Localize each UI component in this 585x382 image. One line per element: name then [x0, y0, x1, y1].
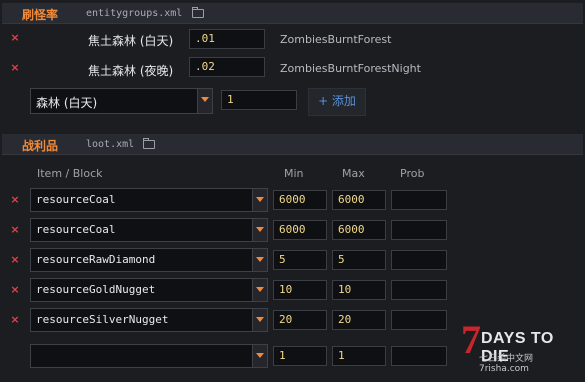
- biome-select[interactable]: 森林 (白天): [30, 88, 213, 114]
- prob-input[interactable]: [391, 250, 447, 270]
- item-select[interactable]: resourceCoal: [30, 218, 268, 242]
- item-select[interactable]: resourceRawDiamond: [30, 248, 268, 272]
- delete-row-button[interactable]: ×: [8, 61, 22, 74]
- prob-input[interactable]: [391, 190, 447, 210]
- new-min-input[interactable]: 1: [273, 346, 327, 366]
- chevron-down-icon[interactable]: [252, 249, 267, 271]
- max-input[interactable]: 20: [332, 310, 386, 330]
- spawn-rate-input[interactable]: .02: [189, 57, 265, 77]
- item-select-value: resourceCoal: [36, 193, 116, 206]
- entitygroups-header: 刷怪率 entitygroups.xml: [2, 3, 583, 24]
- spawn-rate-input[interactable]: .01: [189, 29, 265, 49]
- column-header-min: Min: [284, 167, 304, 180]
- chevron-down-icon[interactable]: [197, 89, 212, 113]
- min-input[interactable]: 6000: [273, 220, 327, 240]
- group-name: ZombiesBurntForest: [280, 33, 392, 46]
- item-select-value: resourceSilverNugget: [36, 313, 169, 326]
- max-input[interactable]: 6000: [332, 190, 386, 210]
- chevron-down-icon[interactable]: [252, 279, 267, 301]
- logo-subtitle: 七日杀中文网 7risha.com: [479, 354, 534, 374]
- item-select[interactable]: resourceSilverNugget: [30, 308, 268, 332]
- group-name: ZombiesBurntForestNight: [280, 62, 421, 75]
- chevron-down-icon[interactable]: [252, 219, 267, 241]
- prob-input[interactable]: [391, 310, 447, 330]
- delete-row-button[interactable]: ×: [8, 313, 22, 326]
- item-select-value: resourceRawDiamond: [36, 253, 156, 266]
- min-input[interactable]: 10: [273, 280, 327, 300]
- loot-header: 战利品 loot.xml: [2, 134, 583, 155]
- delete-row-button[interactable]: ×: [8, 253, 22, 266]
- max-input[interactable]: 5: [332, 250, 386, 270]
- folder-icon[interactable]: [143, 138, 155, 149]
- delete-row-button[interactable]: ×: [8, 223, 22, 236]
- max-input[interactable]: 10: [332, 280, 386, 300]
- new-spawn-rate-input[interactable]: 1: [221, 90, 297, 110]
- game-logo-watermark: 7 DAYS TO DIE 七日杀中文网 7risha.com: [457, 320, 585, 382]
- chevron-down-icon[interactable]: [252, 189, 267, 211]
- logo-seven: 7: [461, 317, 481, 362]
- min-input[interactable]: 6000: [273, 190, 327, 210]
- chevron-down-icon[interactable]: [252, 345, 267, 367]
- column-header-item: Item / Block: [37, 167, 103, 180]
- new-prob-input[interactable]: [391, 346, 447, 366]
- delete-row-button[interactable]: ×: [8, 193, 22, 206]
- biome-label: 焦土森林 (夜晚): [88, 64, 174, 78]
- max-input[interactable]: 6000: [332, 220, 386, 240]
- prob-input[interactable]: [391, 280, 447, 300]
- new-max-input[interactable]: 1: [332, 346, 386, 366]
- column-header-max: Max: [342, 167, 365, 180]
- item-select-value: resourceGoldNugget: [36, 283, 156, 296]
- min-input[interactable]: 5: [273, 250, 327, 270]
- item-select[interactable]: resourceGoldNugget: [30, 278, 268, 302]
- entitygroups-filename: entitygroups.xml: [86, 8, 183, 19]
- folder-icon[interactable]: [192, 7, 204, 18]
- loot-title: 战利品: [22, 139, 59, 153]
- entitygroups-title: 刷怪率: [22, 8, 59, 22]
- new-item-select[interactable]: [30, 344, 268, 368]
- add-entity-group-button[interactable]: + 添加: [308, 88, 366, 116]
- biome-label: 焦土森林 (白天): [88, 34, 174, 48]
- delete-row-button[interactable]: ×: [8, 31, 22, 44]
- biome-select-value: 森林 (白天): [36, 96, 98, 110]
- column-header-prob: Prob: [400, 167, 425, 180]
- prob-input[interactable]: [391, 220, 447, 240]
- item-select-value: resourceCoal: [36, 223, 116, 236]
- item-select[interactable]: resourceCoal: [30, 188, 268, 212]
- chevron-down-icon[interactable]: [252, 309, 267, 331]
- delete-row-button[interactable]: ×: [8, 283, 22, 296]
- min-input[interactable]: 20: [273, 310, 327, 330]
- loot-filename: loot.xml: [86, 139, 135, 150]
